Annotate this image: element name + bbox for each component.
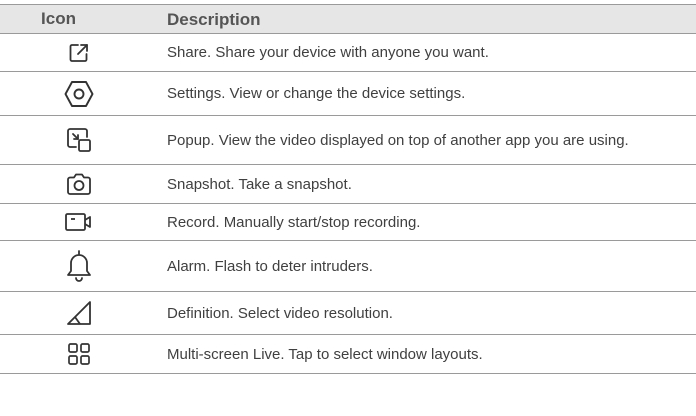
table-row: Snapshot. Take a snapshot. bbox=[0, 165, 696, 204]
camera-icon bbox=[66, 173, 91, 195]
settings-icon bbox=[64, 80, 93, 107]
header-description: Description bbox=[167, 9, 261, 29]
bell-icon bbox=[66, 250, 91, 282]
row-description: Record. Manually start/stop recording. bbox=[167, 213, 421, 231]
table-row: Share. Share your device with anyone you… bbox=[0, 34, 696, 72]
table-row: Settings. View or change the device sett… bbox=[0, 72, 696, 116]
popup-icon bbox=[66, 128, 91, 152]
header-icon: Icon bbox=[41, 9, 76, 28]
signal-icon bbox=[66, 301, 91, 325]
share-icon bbox=[69, 43, 88, 62]
table-row: Record. Manually start/stop recording. bbox=[0, 204, 696, 241]
icon-description-table: Icon Description Share. Share your devic… bbox=[0, 4, 696, 374]
row-description: Alarm. Flash to deter intruders. bbox=[167, 257, 373, 275]
row-description: Popup. View the video displayed on top o… bbox=[167, 131, 629, 149]
table-header: Icon Description bbox=[0, 4, 696, 34]
row-description: Snapshot. Take a snapshot. bbox=[167, 175, 352, 193]
table-row: Alarm. Flash to deter intruders. bbox=[0, 241, 696, 292]
row-description: Multi-screen Live. Tap to select window … bbox=[167, 345, 483, 363]
row-description: Definition. Select video resolution. bbox=[167, 304, 393, 322]
table-row: Definition. Select video resolution. bbox=[0, 292, 696, 335]
table-row: Multi-screen Live. Tap to select window … bbox=[0, 335, 696, 374]
row-description: Settings. View or change the device sett… bbox=[167, 85, 466, 102]
grid-icon bbox=[67, 343, 90, 365]
row-description: Share. Share your device with anyone you… bbox=[167, 44, 489, 61]
table-row: Popup. View the video displayed on top o… bbox=[0, 116, 696, 165]
record-icon bbox=[64, 213, 91, 231]
